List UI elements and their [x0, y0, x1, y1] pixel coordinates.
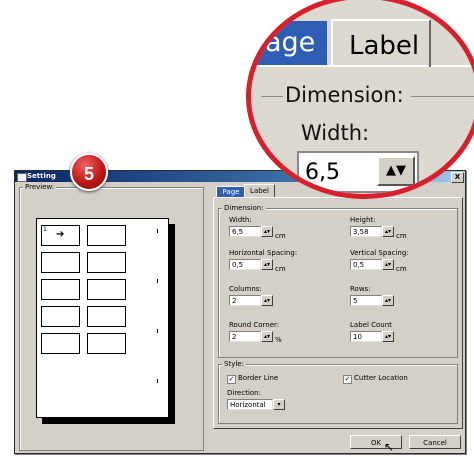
close-button[interactable]: X [451, 172, 464, 183]
horizontal-spacing-unit: cm [275, 265, 286, 273]
preview-label-cell [87, 279, 126, 300]
label-count-spinner[interactable]: ▴▾ [382, 331, 394, 342]
dialog-title: Setting [27, 172, 56, 180]
round-corner-field[interactable]: 2 [229, 331, 261, 342]
vertical-spacing-unit: cm [396, 265, 407, 273]
vertical-spacing-label: Vertical Spacing: [350, 249, 409, 257]
dimension-group-label: Dimension: [222, 204, 266, 212]
round-corner-unit: % [275, 336, 282, 344]
columns-field[interactable]: 2 [229, 295, 261, 306]
preview-label-cell [87, 252, 126, 273]
rows-label: Rows: [350, 285, 371, 293]
horizontal-spacing-spinner[interactable]: ▴▾ [261, 259, 273, 270]
zoom-dimension-label: Dimension: [285, 83, 404, 107]
mouse-pointer-icon: ↖ [384, 440, 395, 454]
label-number: 1 [43, 226, 47, 233]
height-spinner[interactable]: ▴▾ [382, 226, 394, 237]
arrow-right-icon: ➔ [56, 229, 65, 240]
zoom-width-label: Width: [301, 121, 370, 145]
preview-label-cell [41, 279, 80, 300]
preview-paper: 1 ➔ [36, 218, 169, 418]
ruler-tick [157, 229, 158, 233]
rows-field[interactable]: 5 [350, 295, 382, 306]
vertical-spacing-spinner[interactable]: ▴▾ [382, 259, 394, 270]
dimension-group: Dimension: Width: 6,5 ▴▾ cm Height: 3,58… [218, 204, 458, 358]
zoom-tab-page: age [251, 21, 327, 65]
group-line [411, 96, 474, 97]
height-label: Height: [350, 216, 376, 224]
rows-spinner[interactable]: ▴▾ [382, 295, 394, 306]
style-group-label: Style: [222, 360, 246, 368]
cancel-button[interactable]: Cancel [409, 435, 461, 449]
ruler-tick [157, 329, 158, 333]
label-tab-panel: Dimension: Width: 6,5 ▴▾ cm Height: 3,58… [213, 197, 463, 429]
preview-group: Preview: 1 ➔ [19, 183, 204, 451]
height-unit: cm [396, 232, 407, 240]
columns-spinner[interactable]: ▴▾ [261, 295, 273, 306]
round-corner-label: Round Corner: [229, 321, 280, 329]
tab-label[interactable]: Label [244, 184, 275, 198]
preview-label-cell [41, 333, 80, 354]
app-icon [17, 173, 27, 182]
preview-label-cell [41, 306, 80, 327]
cutter-location-label: Cutter Location [354, 374, 408, 382]
height-field[interactable]: 3,58 [350, 226, 382, 237]
group-line [261, 96, 283, 97]
columns-label: Columns: [229, 285, 262, 293]
preview-label-cell [87, 306, 126, 327]
label-count-field[interactable]: 10 [350, 331, 382, 342]
preview-label-cell: 1 ➔ [41, 225, 80, 246]
direction-label: Direction: [227, 389, 261, 397]
ok-button[interactable]: OK [350, 435, 402, 449]
preview-label: Preview: [23, 183, 57, 191]
width-field[interactable]: 6,5 [229, 226, 261, 237]
width-unit: cm [275, 232, 286, 240]
horizontal-spacing-label: Horizontal Spacing: [229, 249, 298, 257]
round-corner-spinner[interactable]: ▴▾ [261, 331, 273, 342]
ruler-tick [157, 279, 158, 283]
preview-label-cell [87, 333, 126, 354]
style-group: Style: ✓ Border Line ✓ Cutter Location D… [218, 360, 458, 424]
preview-label-cell [87, 225, 126, 246]
vertical-spacing-field[interactable]: 0,5 [350, 259, 382, 270]
horizontal-spacing-field[interactable]: 0,5 [229, 259, 261, 270]
preview-label-cell [41, 252, 80, 273]
cutter-location-checkbox[interactable]: ✓ [343, 375, 352, 384]
width-label: Width: [229, 216, 252, 224]
chevron-down-icon[interactable]: ▾ [273, 399, 285, 410]
step-badge: 5 [70, 153, 108, 191]
ruler-tick [157, 379, 158, 383]
border-line-checkbox[interactable]: ✓ [227, 375, 236, 384]
zoom-callout: age Label Dimension: Width: 6,5 ▲▼ [246, 0, 474, 199]
zoom-spinner-icon: ▲▼ [377, 156, 415, 186]
setting-dialog: Setting X Preview: 1 ➔ Page Label Dimens… [14, 170, 466, 454]
label-count-label: Label Count [350, 321, 392, 329]
direction-select[interactable]: Horizontal [227, 399, 273, 410]
border-line-label: Border Line [238, 374, 279, 382]
width-spinner[interactable]: ▴▾ [261, 226, 273, 237]
zoom-tab-label: Label [331, 19, 431, 67]
